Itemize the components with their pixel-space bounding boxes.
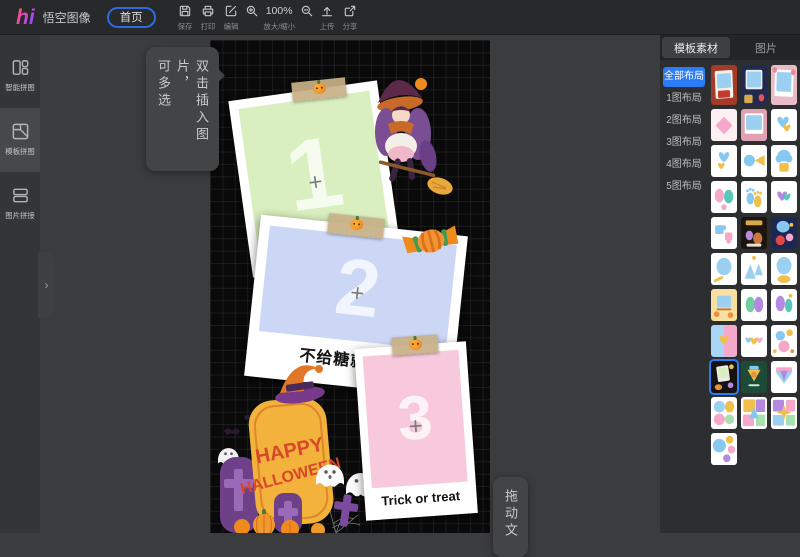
- zoom-controls: 100% 放大/缩小: [245, 4, 314, 34]
- zoom-label: 放大/缩小: [263, 21, 295, 32]
- tooltip-drag-hint: 拖动文: [493, 477, 528, 557]
- edit-button[interactable]: 编辑: [220, 4, 243, 34]
- collage-canvas[interactable]: 1 +: [210, 40, 490, 533]
- template-tile[interactable]: [711, 289, 737, 321]
- template-tile[interactable]: [771, 217, 797, 249]
- template-tile[interactable]: [741, 145, 767, 177]
- template-tile-selected[interactable]: [711, 361, 737, 393]
- zoom-out-icon[interactable]: [300, 4, 314, 18]
- layout-category[interactable]: 4图布局: [663, 155, 705, 175]
- template-tile[interactable]: [771, 325, 797, 357]
- plus-icon: +: [408, 412, 424, 441]
- template-tile[interactable]: [741, 325, 767, 357]
- layout-category-list: 全部布局1图布局2图布局3图布局4图布局5图布局: [660, 60, 708, 533]
- print-icon: [201, 4, 215, 18]
- upload-label: 上传: [320, 21, 335, 32]
- template-tile[interactable]: [771, 109, 797, 141]
- template-tile[interactable]: [741, 217, 767, 249]
- zoom-in-icon[interactable]: [245, 4, 259, 18]
- tooltip-double-click-insert: 双击插入图片， 可多选: [146, 47, 219, 171]
- smart-collage-icon: [11, 58, 30, 77]
- tape-pumpkin-sticker: [391, 334, 438, 355]
- zoom-level: 100%: [266, 5, 293, 17]
- template-tile[interactable]: [711, 65, 737, 105]
- template-tile[interactable]: [771, 397, 797, 429]
- pumpkin-icon: [312, 82, 326, 94]
- layout-category[interactable]: 1图布局: [663, 89, 705, 109]
- home-button-label: 首页: [120, 9, 143, 25]
- witch-moon-sticker[interactable]: [350, 70, 454, 214]
- template-tile[interactable]: [711, 397, 737, 429]
- sidebar-item-label: 图片拼接: [5, 210, 35, 221]
- template-tile[interactable]: [771, 289, 797, 321]
- frame-caption[interactable]: Trick or treat: [364, 487, 477, 510]
- template-collage-icon: [11, 122, 30, 141]
- template-tile[interactable]: [771, 361, 797, 393]
- sidebar-item-label: 智能拼图: [5, 82, 35, 93]
- template-tile[interactable]: [741, 65, 767, 105]
- template-tile[interactable]: [771, 253, 797, 285]
- template-tile[interactable]: [711, 181, 737, 213]
- print-label: 打印: [201, 21, 216, 32]
- tooltip-text: 拖动文: [501, 489, 520, 545]
- photo-placeholder-3[interactable]: 3 +: [363, 350, 468, 488]
- chevron-right-icon: ›: [45, 278, 49, 292]
- plus-icon: +: [349, 280, 366, 309]
- template-tile[interactable]: [771, 181, 797, 213]
- template-tile[interactable]: [741, 289, 767, 321]
- layout-category[interactable]: 全部布局: [663, 67, 705, 87]
- sidebar-item-smart-collage[interactable]: 智能拼图: [0, 44, 40, 108]
- template-tile[interactable]: [771, 145, 797, 177]
- tab-template-material[interactable]: 模板素材: [662, 37, 730, 58]
- layout-category[interactable]: 5图布局: [663, 177, 705, 197]
- app-name: 悟空图像: [43, 9, 91, 26]
- layout-category[interactable]: 3图布局: [663, 133, 705, 153]
- layout-category[interactable]: 2图布局: [663, 111, 705, 131]
- sidebar-item-image-stitch[interactable]: 图片拼接: [0, 172, 40, 236]
- tooltip-text: 可多选: [154, 59, 173, 159]
- template-tile[interactable]: [771, 65, 797, 105]
- top-bar: hi 悟空图像 首页 保存 打印 编辑 100% 放大/缩小 上传: [0, 0, 800, 35]
- home-button[interactable]: 首页: [107, 7, 156, 28]
- pumpkin-icon: [349, 218, 363, 230]
- sidebar-item-label: 模板拼图: [5, 146, 35, 157]
- template-tile[interactable]: [741, 253, 767, 285]
- tooltip-text: 双击插入图片，: [173, 59, 211, 159]
- template-tile[interactable]: [711, 253, 737, 285]
- edit-label: 编辑: [224, 21, 239, 32]
- tab-image[interactable]: 图片: [732, 35, 800, 60]
- template-tile[interactable]: [711, 145, 737, 177]
- share-button[interactable]: 分享: [339, 4, 362, 34]
- panel-collapse-handle[interactable]: ›: [38, 252, 55, 318]
- pumpkin-icon: [408, 339, 422, 351]
- template-tile[interactable]: [711, 433, 737, 465]
- save-label: 保存: [178, 21, 193, 32]
- template-panel: 模板素材 图片 全部布局1图布局2图布局3图布局4图布局5图布局: [660, 35, 800, 533]
- upload-icon: [320, 4, 334, 18]
- share-label: 分享: [343, 21, 358, 32]
- tool-rail: 智能拼图 模板拼图 图片拼接: [0, 35, 40, 533]
- sidebar-item-template-collage[interactable]: 模板拼图: [0, 108, 40, 172]
- template-tile[interactable]: [711, 325, 737, 357]
- halloween-scene-sticker[interactable]: HAPPY HALLOWEEN: [218, 365, 378, 533]
- template-tile[interactable]: [741, 109, 767, 141]
- toolbar: 保存 打印 编辑 100% 放大/缩小 上传 分享: [174, 4, 362, 34]
- template-tile[interactable]: [741, 397, 767, 429]
- save-button[interactable]: 保存: [174, 4, 197, 34]
- workspace: 1 +: [40, 35, 660, 533]
- edit-icon: [224, 4, 238, 18]
- template-tile[interactable]: [711, 217, 737, 249]
- image-stitch-icon: [11, 186, 30, 205]
- share-icon: [343, 4, 357, 18]
- app-logo: hi: [16, 7, 35, 28]
- panel-tabs: 模板素材 图片: [660, 35, 800, 60]
- photo-frame-3[interactable]: 3 + Trick or treat: [354, 341, 478, 520]
- template-tile[interactable]: [741, 361, 767, 393]
- save-icon: [178, 4, 192, 18]
- print-button[interactable]: 打印: [197, 4, 220, 34]
- template-tile[interactable]: [741, 181, 767, 213]
- upload-button[interactable]: 上传: [316, 4, 339, 34]
- template-tile[interactable]: [711, 109, 737, 141]
- template-grid: [708, 60, 800, 533]
